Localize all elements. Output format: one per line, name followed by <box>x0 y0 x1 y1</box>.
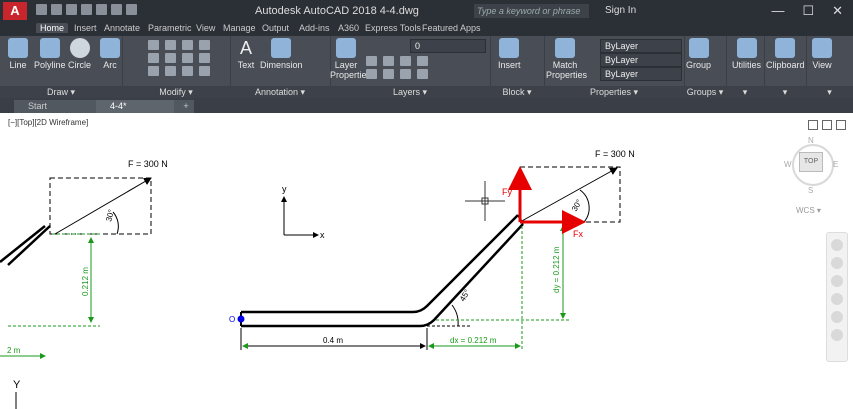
origin-label: O <box>229 315 235 324</box>
viewcube-west[interactable]: W <box>784 160 792 169</box>
angle-label-right: 30° <box>570 198 584 213</box>
dim-dy: dy = 0.212 m <box>552 246 561 293</box>
navigation-bar <box>826 232 848 362</box>
viewcube-east[interactable]: E <box>833 160 838 169</box>
force-arrow <box>54 177 152 235</box>
axis-x-label: x <box>320 230 325 240</box>
orbit-icon[interactable] <box>831 293 843 305</box>
origin-point[interactable] <box>237 315 245 323</box>
left-partial-drawing: 30° F = 300 N 0.212 m 2 m <box>0 159 168 359</box>
ucs-y-label: Y <box>13 379 21 391</box>
main-pipe: O 45° <box>229 214 524 328</box>
pipe-top-edge <box>241 214 519 314</box>
crosshair-cursor <box>465 181 505 221</box>
dim-horizontal: 0.4 m <box>323 336 343 345</box>
navbar-menu-icon[interactable] <box>831 329 843 341</box>
steering-wheel-icon[interactable] <box>831 239 843 251</box>
drawing-svg: 30° F = 300 N 0.212 m 2 m y x O 45° 0.4 … <box>0 149 635 409</box>
dim-dx: dx = 0.212 m <box>450 336 497 345</box>
pipe-edge <box>0 225 46 263</box>
pipe-bottom-edge <box>241 223 524 328</box>
dim-left-horizontal: 2 m <box>7 346 21 355</box>
zoom-icon[interactable] <box>831 275 843 287</box>
fx-label: Fx <box>573 229 583 239</box>
axis-y-label: y <box>282 184 287 194</box>
main-dimensions: 0.4 m dx = 0.212 m dy = 0.212 m <box>240 225 570 350</box>
viewcube[interactable]: TOP N S W E <box>782 136 842 200</box>
force-arrow <box>519 167 618 223</box>
angle-label-left: 30° <box>104 208 116 222</box>
viewcube-south[interactable]: S <box>808 186 813 195</box>
ucs-icon: Y <box>13 379 21 409</box>
bend-angle-arc <box>451 304 459 327</box>
dim-left-vertical: 0.212 m <box>81 267 90 296</box>
pan-icon[interactable] <box>831 257 843 269</box>
showmotion-icon[interactable] <box>831 311 843 323</box>
pipe-edge <box>7 225 51 266</box>
force-label-right: F = 300 N <box>595 149 635 159</box>
axis-sketch: y x <box>281 184 325 240</box>
wcs-menu[interactable]: WCS ▾ <box>796 206 821 215</box>
fy-label: Fy <box>502 187 512 197</box>
force-label-left: F = 300 N <box>128 159 168 169</box>
viewcube-top-face[interactable]: TOP <box>799 152 823 172</box>
viewcube-north[interactable]: N <box>808 136 814 145</box>
